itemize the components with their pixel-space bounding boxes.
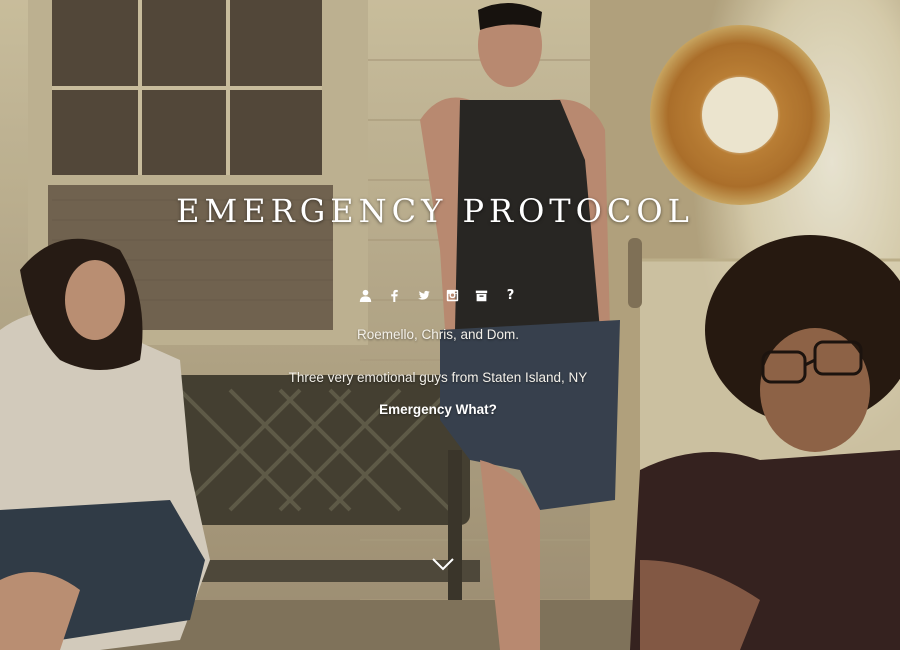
about-link-wrap: Emergency What? bbox=[0, 402, 876, 417]
archive-icon[interactable] bbox=[474, 288, 489, 303]
twitter-icon[interactable] bbox=[416, 288, 431, 303]
user-icon[interactable] bbox=[358, 288, 373, 303]
chevron-down-icon[interactable] bbox=[431, 556, 455, 572]
instagram-icon[interactable] bbox=[445, 288, 460, 303]
social-links: ? bbox=[0, 288, 876, 303]
facebook-icon[interactable] bbox=[387, 288, 402, 303]
tagline-text: Three very emotional guys from Staten Is… bbox=[288, 370, 588, 385]
question-icon[interactable]: ? bbox=[503, 288, 518, 303]
hero-content: EMERGENCY PROTOCOL ? Roemello, Chris, an… bbox=[0, 0, 900, 650]
about-link[interactable]: Emergency What? bbox=[379, 402, 497, 417]
hero-section: EMERGENCY PROTOCOL ? Roemello, Chris, an… bbox=[0, 0, 900, 650]
members-text: Roemello, Chris, and Dom. bbox=[356, 327, 520, 342]
site-title: EMERGENCY PROTOCOL bbox=[176, 192, 694, 230]
question-glyph: ? bbox=[506, 288, 515, 303]
